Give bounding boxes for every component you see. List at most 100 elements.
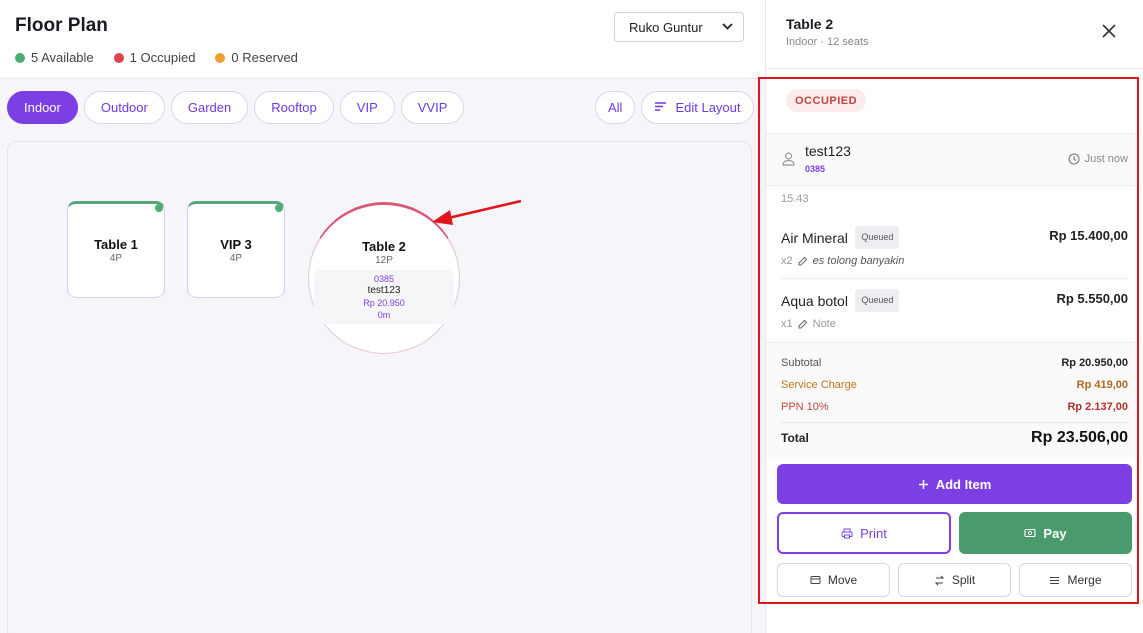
edit-note-icon[interactable] — [798, 319, 808, 329]
customer-time: Just now — [1068, 153, 1128, 165]
pay-label: Pay — [1043, 525, 1067, 541]
order-item[interactable]: Aqua botol Queued Rp 5.550,00 x1 Note — [781, 289, 1128, 330]
status-legend: 5 Available 1 Occupied 0 Reserved — [15, 50, 298, 65]
merge-icon — [1050, 576, 1060, 584]
available-dot-icon — [275, 204, 283, 212]
close-icon[interactable] — [1100, 22, 1118, 40]
item-name: Air Mineral — [781, 229, 848, 246]
edit-note-icon[interactable] — [798, 256, 808, 266]
customer-order-code: 0385 — [805, 164, 826, 174]
reserved-dot-icon — [215, 52, 226, 63]
available-dot-icon — [155, 204, 163, 212]
item-name: Aqua botol — [781, 292, 848, 309]
legend-reserved-label: 0 Reserved — [231, 50, 298, 65]
legend-occupied: 1 Occupied — [113, 50, 196, 65]
add-item-button[interactable]: Add Item — [777, 464, 1132, 504]
legend-reserved: 0 Reserved — [215, 50, 298, 65]
table-name: Table 1 — [94, 237, 138, 252]
total-label: Total — [781, 431, 809, 445]
customer-time-label: Just now — [1084, 153, 1128, 165]
customer-row: test123 0385 Just now — [766, 134, 1138, 185]
chevron-down-icon — [722, 22, 733, 33]
order-customer: test123 — [367, 285, 401, 296]
pay-button[interactable]: Pay — [959, 512, 1132, 554]
order-item[interactable]: Air Mineral Queued Rp 15.400,00 x2 es to… — [781, 226, 1128, 267]
clock-icon — [1068, 153, 1080, 165]
item-price: Rp 5.550,00 — [1056, 291, 1128, 306]
page-title: Floor Plan — [15, 15, 108, 36]
table-order-summary: 0385 test123 Rp 20.950 0m — [314, 270, 454, 324]
move-label: Move — [827, 573, 858, 587]
divider — [766, 185, 1138, 186]
split-icon — [934, 575, 945, 585]
legend-available: 5 Available — [15, 50, 94, 65]
total-value: Rp 23.506,00 — [1031, 429, 1128, 446]
zone-tab-vip[interactable]: VIP — [339, 91, 395, 124]
occupied-dot-icon — [113, 52, 124, 63]
panel-title: Table 2 — [786, 16, 834, 32]
ppn-value: Rp 2.137,00 — [1067, 401, 1128, 413]
zone-tabs: Indoor Outdoor Garden Rooftop VIP VVIP — [7, 91, 465, 124]
floor-plan-header: Floor Plan 5 Available 1 Occupied 0 Rese… — [0, 0, 765, 79]
order-amount: Rp 20.950 — [363, 298, 405, 308]
layout-tools: All Edit Layout — [595, 91, 754, 124]
print-label: Print — [860, 525, 887, 541]
divider — [781, 422, 1128, 423]
zone-tab-outdoor[interactable]: Outdoor — [83, 91, 165, 124]
item-qty: x2 — [781, 255, 793, 267]
zone-tab-garden[interactable]: Garden — [170, 91, 249, 124]
filter-all-button[interactable]: All — [595, 91, 636, 124]
table-name: VIP 3 — [220, 237, 252, 252]
merge-label: Merge — [1067, 573, 1102, 587]
move-icon — [810, 576, 821, 584]
user-icon — [782, 152, 795, 166]
service-charge-value: Rp 419,00 — [1076, 379, 1128, 391]
merge-button[interactable]: Merge — [1019, 563, 1132, 597]
item-note[interactable]: Note — [813, 318, 836, 330]
item-status-badge: Queued — [855, 226, 900, 249]
subtotal-label: Subtotal — [781, 357, 822, 369]
subtotal-value: Rp 20.950,00 — [1061, 357, 1128, 369]
edit-layout-icon — [654, 100, 667, 115]
subtotal-row: Subtotal Rp 20.950,00 — [781, 357, 1128, 369]
panel-subtitle: Indoor · 12 seats — [786, 36, 869, 48]
edit-layout-label: Edit Layout — [675, 100, 741, 115]
service-charge-row: Service Charge Rp 419,00 — [781, 379, 1128, 391]
branch-select[interactable]: Ruko Guntur — [614, 12, 744, 42]
zone-tab-vvip[interactable]: VVIP — [400, 91, 465, 124]
legend-occupied-label: 1 Occupied — [129, 50, 196, 65]
item-qty: x1 — [781, 318, 793, 330]
table-capacity: 12P — [375, 255, 393, 266]
annotation-arrow-icon — [432, 199, 522, 225]
print-button[interactable]: Print — [777, 512, 951, 554]
order-time: 15.43 — [781, 193, 809, 205]
printer-icon — [841, 528, 853, 538]
order-summary: Subtotal Rp 20.950,00 Service Charge Rp … — [766, 343, 1138, 459]
ppn-label: PPN 10% — [781, 401, 829, 413]
legend-available-label: 5 Available — [31, 50, 94, 65]
add-item-label: Add Item — [935, 476, 992, 492]
item-meta: x1 Note — [781, 318, 1128, 330]
plus-icon — [918, 479, 928, 489]
table-name: Table 2 — [362, 239, 406, 254]
item-status-badge: Queued — [855, 289, 900, 312]
ppn-row: PPN 10% Rp 2.137,00 — [781, 401, 1128, 413]
table-card-table-1[interactable]: Table 1 4P — [67, 201, 165, 298]
item-note[interactable]: es tolong banyakin — [813, 255, 905, 267]
table-card-vip-3[interactable]: VIP 3 4P — [187, 201, 285, 298]
available-dot-icon — [15, 52, 25, 63]
split-label: Split — [951, 573, 976, 587]
edit-layout-button[interactable]: Edit Layout — [641, 91, 754, 124]
move-button[interactable]: Move — [777, 563, 890, 597]
zone-tab-rooftop[interactable]: Rooftop — [254, 91, 334, 124]
order-code: 0385 — [373, 274, 395, 284]
table-capacity: 4P — [229, 253, 243, 264]
panel-header: Table 2 Indoor · 12 seats — [766, 0, 1143, 69]
status-badge: OCCUPIED — [786, 89, 867, 112]
total-row: Total Rp 23.506,00 — [781, 429, 1128, 447]
split-button[interactable]: Split — [898, 563, 1011, 597]
order-duration: 0m — [377, 310, 391, 320]
cash-icon — [1024, 528, 1036, 538]
zone-tab-indoor[interactable]: Indoor — [7, 91, 78, 124]
table-capacity: 4P — [109, 253, 123, 264]
